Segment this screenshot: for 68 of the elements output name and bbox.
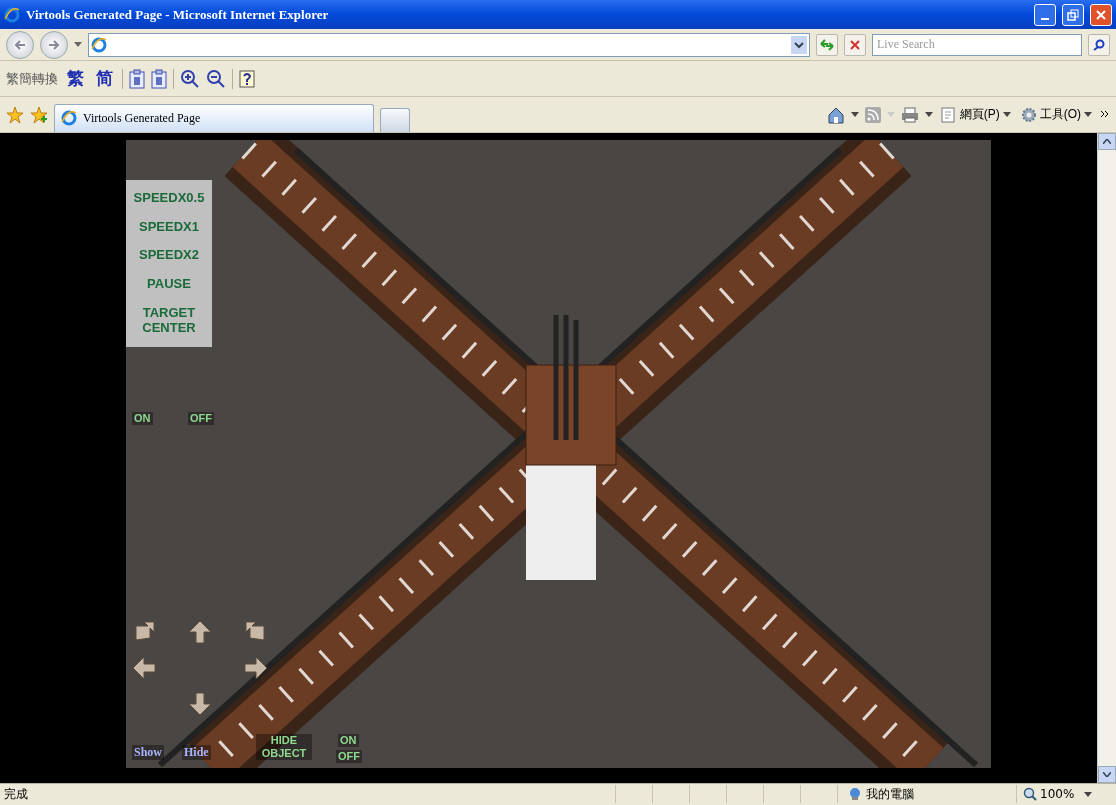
caret-icon <box>1084 112 1092 117</box>
right-arrow-icon <box>47 37 61 52</box>
document-icon[interactable] <box>129 68 145 89</box>
toggle-label: ON <box>132 411 153 425</box>
printer-icon[interactable] <box>900 106 919 123</box>
refresh-button[interactable] <box>816 33 838 56</box>
toolbar-label: 繁簡轉換 <box>6 69 58 88</box>
browser-logo-icon <box>61 110 77 127</box>
security-zone: 我的電腦 <box>865 785 915 803</box>
menu-item[interactable]: TARGET CENTER <box>126 297 212 342</box>
down-arrow-icon[interactable] <box>186 689 214 718</box>
toggle-label: ON <box>338 733 359 747</box>
scroll-down-button[interactable] <box>1098 765 1116 783</box>
up-chevron-icon <box>1103 138 1111 144</box>
show-link[interactable]: Show <box>132 744 164 760</box>
star-icon[interactable] <box>6 105 24 124</box>
caret-icon[interactable] <box>74 42 82 48</box>
down-chevron-icon <box>1103 771 1111 777</box>
address-field[interactable] <box>88 32 810 57</box>
settings-icon <box>1020 106 1037 123</box>
menu-item[interactable]: PAUSE <box>126 268 212 298</box>
chevron-icon[interactable] <box>1100 109 1110 120</box>
caret-icon[interactable] <box>1084 791 1092 797</box>
command-menu[interactable]: 工具(O) <box>1018 106 1094 123</box>
restore-button[interactable] <box>1062 3 1084 26</box>
stop-button[interactable] <box>844 33 866 56</box>
search-button[interactable] <box>1088 33 1110 56</box>
x-icon <box>849 38 861 51</box>
back-button[interactable] <box>6 30 34 59</box>
caret-icon[interactable] <box>850 112 859 117</box>
menu-item[interactable]: SPEEDX0.5 <box>126 181 212 211</box>
document-icon[interactable] <box>151 68 167 89</box>
zoom-out-icon[interactable] <box>206 68 226 89</box>
caret-icon <box>1002 112 1011 117</box>
menu-item[interactable]: SPEEDX1 <box>126 210 212 240</box>
zoom-icon[interactable] <box>1023 787 1037 802</box>
refresh-arrows-icon <box>820 37 834 52</box>
hide-link[interactable]: Hide <box>182 744 211 760</box>
status-text: 完成 <box>3 785 29 803</box>
browser-tab[interactable]: Virtools Generated Page <box>54 103 374 132</box>
close-icon <box>1095 8 1107 21</box>
scrollbar[interactable] <box>1097 132 1116 783</box>
zoom-level[interactable]: 100% <box>1037 787 1084 802</box>
forward-button[interactable] <box>40 30 68 59</box>
left-arrow-icon <box>13 37 27 52</box>
minimize-button[interactable] <box>1034 3 1056 26</box>
menu-item[interactable]: SPEEDX2 <box>126 239 212 269</box>
close-button[interactable] <box>1090 3 1112 26</box>
toggle-label: OFF <box>336 749 362 763</box>
command-menu[interactable]: 網頁(P) <box>938 106 1013 123</box>
conversion-button[interactable]: 简 <box>93 67 116 91</box>
toggle-label: OFF <box>188 411 214 425</box>
conversion-button[interactable]: 繁 <box>64 67 87 91</box>
window-title: Virtools Generated Page - Microsoft Internet Explorer <box>26 6 330 23</box>
dropdown-icon[interactable] <box>791 35 807 54</box>
page-icon <box>940 106 957 123</box>
browser-logo-icon <box>4 6 20 23</box>
search-icon <box>1093 38 1105 51</box>
object-label: HIDE OBJECT <box>256 733 312 760</box>
caret-icon[interactable] <box>924 112 933 117</box>
restore-icon <box>1067 8 1079 21</box>
browser-logo-icon <box>91 36 107 53</box>
add-star-icon[interactable] <box>30 105 48 124</box>
help-icon[interactable] <box>239 69 255 88</box>
minimize-icon <box>1041 17 1049 20</box>
search-field[interactable]: Live Search <box>872 33 1082 56</box>
home-icon[interactable] <box>826 105 845 124</box>
zoom-in-icon[interactable] <box>180 68 200 89</box>
